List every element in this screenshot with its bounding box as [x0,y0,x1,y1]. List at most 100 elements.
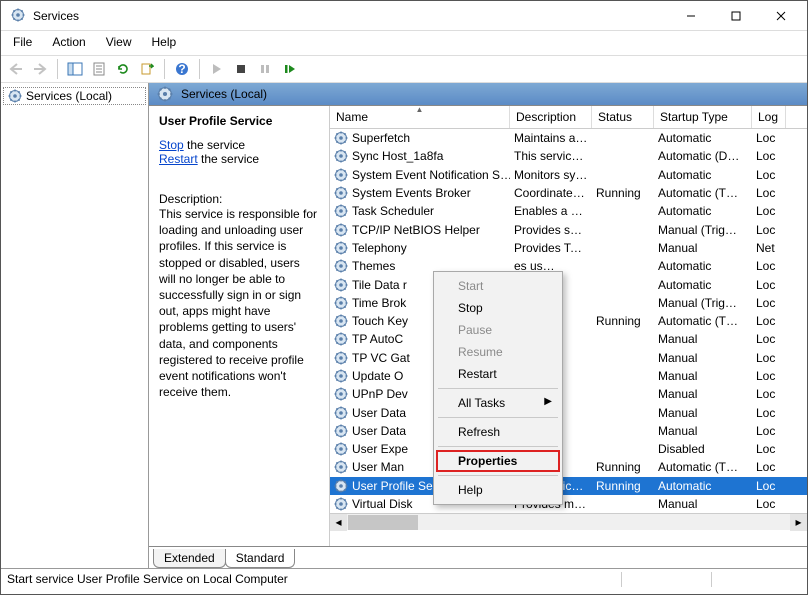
properties-button[interactable] [88,58,110,80]
list-header-label: Services (Local) [181,87,267,101]
ctx-all-tasks[interactable]: All Tasks▶ [436,392,560,414]
description-label: Description: [159,192,319,206]
titlebar: Services [1,1,807,31]
gear-icon [334,296,348,310]
table-row[interactable]: UPnP DevUPn…ManualLoc [330,385,807,403]
gear-icon [334,223,348,237]
services-grid: Name▲ Description Status Startup Type Lo… [329,106,807,546]
gear-icon [334,204,348,218]
restart-link[interactable]: Restart [159,152,198,166]
gear-icon [334,424,348,438]
horizontal-scrollbar[interactable]: ◂ ▸ [330,513,807,530]
ctx-help[interactable]: Help [436,479,560,501]
gear-icon [334,479,348,493]
detail-pane: User Profile Service Stop the service Re… [149,106,329,546]
ctx-properties[interactable]: Properties [436,450,560,472]
submenu-arrow-icon: ▶ [544,396,552,407]
table-row[interactable]: User Profile ServiceThis service …Runnin… [330,477,807,495]
selected-service-title: User Profile Service [159,114,319,128]
table-row[interactable]: TP AutoCint .p…ManualLoc [330,330,807,348]
table-row[interactable]: User Dataes ap…ManualLoc [330,403,807,421]
action-suffix: the service [198,152,259,166]
ctx-restart[interactable]: Restart [436,363,560,385]
refresh-button[interactable] [112,58,134,80]
show-hide-button[interactable] [64,58,86,80]
toolbar: ? [1,55,807,83]
ctx-resume: Resume [436,341,560,363]
gear-icon [334,131,348,145]
col-description[interactable]: Description [510,106,592,128]
content-pane: Services (Local) Services (Local) User P… [1,83,807,568]
gear-icon [334,406,348,420]
table-row[interactable]: Update Oes W…ManualLoc [330,367,807,385]
menu-help[interactable]: Help [150,33,179,51]
gear-icon [334,351,348,365]
table-row[interactable]: SuperfetchMaintains a…AutomaticLoc [330,129,807,147]
stop-link[interactable]: Stop [159,138,184,152]
minimize-button[interactable] [668,2,713,30]
gear-icon [334,168,348,182]
tree-root-services[interactable]: Services (Local) [3,87,146,105]
scroll-thumb[interactable] [348,515,418,530]
table-row[interactable]: User Expees su…DisabledLoc [330,440,807,458]
scroll-right-icon[interactable]: ▸ [790,514,807,531]
gear-icon [334,332,348,346]
gear-icon [334,241,348,255]
menu-file[interactable]: File [11,33,34,51]
back-button[interactable] [5,58,27,80]
table-row[interactable]: Sync Host_1a8faThis service …Automatic (… [330,147,807,165]
close-button[interactable] [758,2,803,30]
grid-body[interactable]: SuperfetchMaintains a…AutomaticLocSync H… [330,129,807,513]
table-row[interactable]: Tile Data rrver f…AutomaticLoc [330,275,807,293]
table-row[interactable]: Touch Keys Tou…RunningAutomatic (T…Loc [330,312,807,330]
tab-standard[interactable]: Standard [225,549,296,568]
menu-view[interactable]: View [104,33,134,51]
restart-service-button[interactable] [278,58,300,80]
gear-icon [334,369,348,383]
ctx-refresh[interactable]: Refresh [436,421,560,443]
table-row[interactable]: TelephonyProvides Tel…ManualNet [330,239,807,257]
gear-icon [8,89,22,103]
table-row[interactable]: System Event Notification S…Monitors sy…… [330,166,807,184]
description-text: This service is responsible for loading … [159,206,319,400]
table-row[interactable]: User Dataes sto…ManualLoc [330,422,807,440]
pause-service-button[interactable] [254,58,276,80]
tree-pane: Services (Local) [1,83,149,568]
forward-button[interactable] [29,58,51,80]
ctx-stop[interactable]: Stop [436,297,560,319]
help-button[interactable]: ? [171,58,193,80]
gear-icon [334,460,348,474]
gear-icon [334,497,348,511]
export-button[interactable] [136,58,158,80]
statusbar-text: Start service User Profile Service on Lo… [7,572,621,587]
table-row[interactable]: User Mananag…RunningAutomatic (T…Loc [330,458,807,476]
table-row[interactable]: Themeses us…AutomaticLoc [330,257,807,275]
gear-icon [334,149,348,163]
gear-icon [334,314,348,328]
table-row[interactable]: System Events BrokerCoordinates…RunningA… [330,184,807,202]
tab-extended[interactable]: Extended [153,549,226,568]
table-row[interactable]: Virtual DiskProvides m…ManualLoc [330,495,807,513]
table-row[interactable]: Time Broks exe…Manual (Trig…Loc [330,294,807,312]
view-tabs: Extended Standard [149,546,807,568]
col-startup[interactable]: Startup Type [654,106,752,128]
gear-icon [334,186,348,200]
col-name[interactable]: Name▲ [330,106,510,128]
gear-icon [334,442,348,456]
app-gear-icon [11,8,27,24]
menu-action[interactable]: Action [50,33,87,51]
list-header: Services (Local) [149,83,807,106]
ctx-pause: Pause [436,319,560,341]
scroll-left-icon[interactable]: ◂ [330,514,347,531]
table-row[interactable]: TP VC Gatint c…ManualLoc [330,349,807,367]
svg-text:?: ? [178,62,185,76]
gear-icon [334,259,348,273]
table-row[interactable]: Task SchedulerEnables a us…AutomaticLoc [330,202,807,220]
table-row[interactable]: TCP/IP NetBIOS HelperProvides su…Manual … [330,220,807,238]
start-service-button[interactable] [206,58,228,80]
action-suffix: the service [184,138,245,152]
col-logon[interactable]: Log [752,106,786,128]
maximize-button[interactable] [713,2,758,30]
stop-service-button[interactable] [230,58,252,80]
col-status[interactable]: Status [592,106,654,128]
